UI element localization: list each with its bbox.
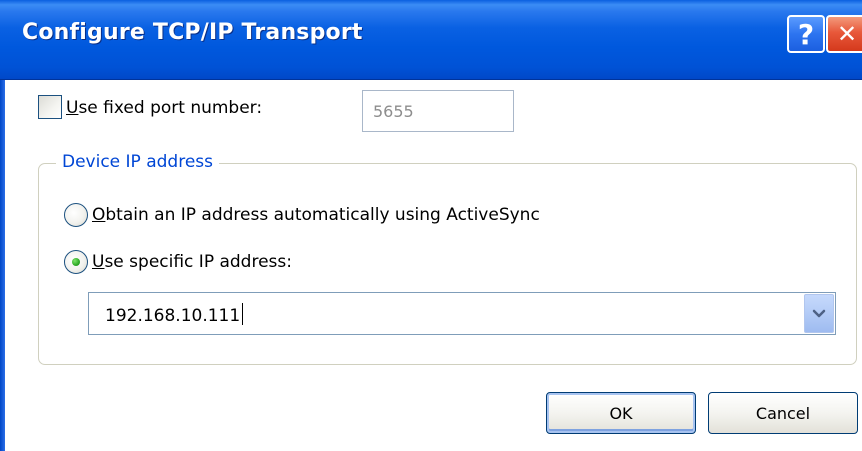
ip-address-combobox[interactable]: 192.168.10.111 xyxy=(88,292,836,335)
ip-address-text: 192.168.10.111 xyxy=(105,306,241,326)
ok-button[interactable]: OK xyxy=(546,392,696,434)
obtain-ip-accel: O xyxy=(92,205,106,225)
chevron-down-icon xyxy=(812,309,826,317)
obtain-ip-label[interactable]: Obtain an IP address automatically using… xyxy=(92,205,540,225)
obtain-ip-label-text: btain an IP address automatically using … xyxy=(105,205,540,225)
specific-ip-radio[interactable] xyxy=(64,250,88,274)
text-caret xyxy=(242,303,244,325)
cancel-button[interactable]: Cancel xyxy=(708,392,858,434)
radio-selected-dot xyxy=(72,258,80,266)
specific-ip-accel: U xyxy=(92,252,105,272)
port-number-value: 5655 xyxy=(373,101,414,121)
help-button[interactable]: ? xyxy=(787,15,825,53)
fixed-port-label-text: se fixed port number: xyxy=(78,98,263,118)
window-frame-left xyxy=(0,80,5,451)
specific-ip-label-text: se specific IP address: xyxy=(104,252,292,272)
ok-button-label: OK xyxy=(609,403,633,423)
ip-address-value: 192.168.10.111 xyxy=(105,303,244,326)
cancel-button-label: Cancel xyxy=(755,403,811,423)
close-button[interactable]: ✕ xyxy=(826,15,862,53)
help-icon: ? xyxy=(797,17,815,51)
dialog-window: Configure TCP/IP Transport ? ✕ Use fixed… xyxy=(0,0,862,451)
obtain-ip-radio[interactable] xyxy=(64,203,88,227)
title-bar[interactable]: Configure TCP/IP Transport ? ✕ xyxy=(0,0,862,80)
fixed-port-label[interactable]: Use fixed port number: xyxy=(66,98,262,118)
port-number-input[interactable]: 5655 xyxy=(362,90,514,132)
close-icon: ✕ xyxy=(836,20,858,48)
ip-dropdown-button[interactable] xyxy=(804,294,834,333)
window-title: Configure TCP/IP Transport xyxy=(22,20,363,45)
device-ip-group-title: Device IP address xyxy=(56,152,219,172)
specific-ip-label[interactable]: Use specific IP address: xyxy=(92,252,292,272)
fixed-port-accel: U xyxy=(66,98,79,118)
fixed-port-checkbox[interactable] xyxy=(38,95,62,119)
